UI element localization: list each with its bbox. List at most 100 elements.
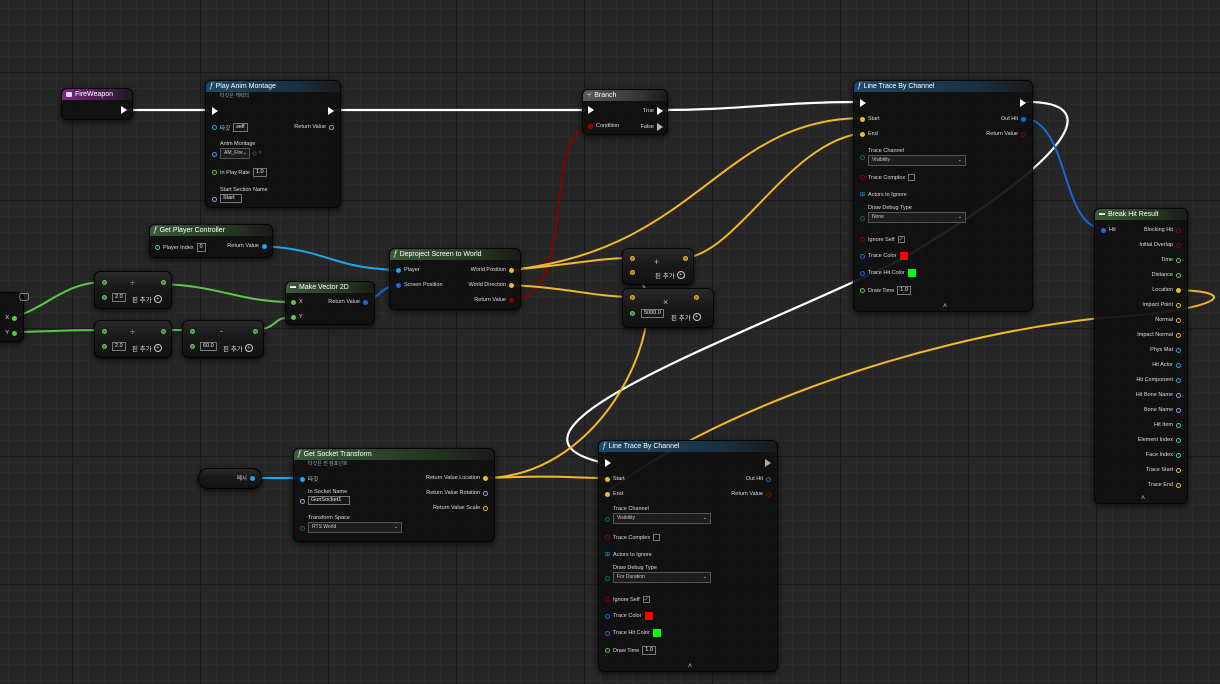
byte-pin[interactable] [860, 215, 865, 221]
trace-complex-checkbox[interactable] [653, 534, 661, 541]
collapse-icon[interactable]: ˄ [688, 663, 692, 670]
vector-pin[interactable] [509, 282, 514, 288]
fireweapon-event-node[interactable]: FireWeapon [61, 88, 133, 120]
exec-out-pin[interactable] [765, 459, 771, 467]
exec-out-pin[interactable] [657, 107, 663, 115]
byte-pin[interactable] [605, 575, 610, 581]
vector-pin[interactable] [605, 476, 610, 482]
bool-pin[interactable] [860, 237, 865, 242]
line-trace-node-2[interactable]: f Line Trace By Channel Start End Out Hit… [598, 440, 778, 672]
vector2d-pin[interactable] [363, 299, 368, 305]
divide-node[interactable]: ÷ 2.0 핀 추가 + [94, 320, 172, 358]
float-pin[interactable] [329, 124, 334, 130]
divisor-value[interactable]: 2.0 [112, 293, 126, 302]
output-pin[interactable] [1176, 422, 1181, 428]
output-pin[interactable] [1176, 287, 1181, 293]
viewport-size-node[interactable]: 🖵 X Y [0, 292, 29, 342]
bool-pin[interactable] [766, 491, 771, 497]
array-pin-icon[interactable]: ⊞ [860, 191, 865, 198]
object-pin[interactable] [396, 267, 401, 273]
mesh-variable-node[interactable]: 메시 [198, 468, 262, 489]
multiply-vector-node[interactable]: × 5000.0 핀 추가 + [622, 288, 714, 328]
struct-pin[interactable] [605, 630, 610, 636]
struct-pin[interactable] [605, 613, 610, 619]
struct-pin[interactable] [1021, 116, 1026, 122]
section-value[interactable]: Start [220, 194, 242, 203]
output-pin[interactable] [1176, 482, 1181, 488]
output-pin[interactable] [1176, 347, 1181, 353]
output-pin[interactable] [1176, 302, 1181, 308]
add-pin-button[interactable]: 핀 추가 + [132, 343, 162, 353]
vector-pin[interactable] [605, 491, 610, 497]
trace-color-swatch[interactable] [644, 612, 653, 620]
name-pin[interactable] [212, 196, 217, 202]
exec-in-pin[interactable] [588, 106, 594, 114]
target-value[interactable]: self [233, 123, 248, 132]
hit-color-swatch[interactable] [907, 269, 916, 277]
branch-node[interactable]: ⑂ Branch True Condition False [582, 89, 668, 135]
byte-pin[interactable] [300, 525, 305, 531]
subtrahend-value[interactable]: 60.0 [200, 342, 217, 351]
vector-pin[interactable] [694, 295, 699, 300]
add-vector-node[interactable]: + 핀 추가 + [622, 248, 694, 285]
get-socket-transform-node[interactable]: f Get Socket Transform 타깃은 씬 컴포넌트 타깃 In S… [293, 448, 495, 542]
trace-color-swatch[interactable] [899, 252, 908, 260]
object-pin[interactable] [262, 243, 267, 249]
struct-pin[interactable] [1101, 227, 1106, 233]
exec-in-pin[interactable] [860, 99, 866, 107]
float-pin[interactable] [12, 315, 17, 321]
float-pin[interactable] [161, 280, 166, 285]
object-pin[interactable] [212, 151, 217, 157]
break-hit-result-node[interactable]: ▬ Break Hit Result Hit Blocking Hit Initia… [1094, 208, 1188, 504]
trace-channel-dropdown[interactable]: Visibility ⌄ [613, 513, 711, 524]
float-pin[interactable] [860, 288, 865, 293]
object-pin[interactable] [212, 125, 217, 130]
exec-out-pin[interactable] [657, 123, 663, 131]
index-value[interactable]: 0 [196, 243, 206, 252]
float-pin[interactable] [212, 170, 217, 175]
search-icon[interactable]: ⌕ [259, 150, 262, 157]
object-pin[interactable] [250, 475, 255, 481]
struct-pin[interactable] [860, 253, 865, 259]
output-pin[interactable] [1176, 377, 1181, 383]
debug-type-dropdown[interactable]: None ⌄ [868, 212, 966, 223]
float-pin[interactable] [12, 330, 17, 336]
byte-pin[interactable] [860, 154, 865, 160]
get-player-controller-node[interactable]: f Get Player Controller Player Index 0 Ret… [149, 224, 273, 258]
output-pin[interactable] [1176, 332, 1181, 338]
output-pin[interactable] [1176, 362, 1181, 368]
struct-pin[interactable] [766, 476, 771, 482]
hit-color-swatch[interactable] [652, 629, 661, 637]
float-pin[interactable] [253, 329, 258, 334]
vector-pin[interactable] [630, 270, 635, 275]
browse-icon[interactable]: ◎ [252, 151, 257, 157]
exec-out-pin[interactable] [121, 106, 127, 114]
output-pin[interactable] [1176, 392, 1181, 398]
float-pin[interactable] [291, 299, 296, 305]
bool-pin[interactable] [588, 123, 593, 129]
vector2d-pin[interactable] [396, 282, 401, 288]
float-pin[interactable] [161, 329, 166, 334]
ignore-self-checkbox[interactable]: ✓ [897, 236, 905, 243]
float-pin[interactable] [190, 329, 195, 334]
vector-pin[interactable] [860, 131, 865, 137]
float-pin[interactable] [190, 344, 195, 349]
draw-time-value[interactable]: 1.0 [897, 286, 911, 295]
array-pin-icon[interactable]: ⊞ [605, 551, 610, 558]
exec-out-pin[interactable] [1020, 99, 1026, 107]
vector-pin[interactable] [509, 267, 514, 273]
add-pin-button[interactable]: 핀 추가 + [671, 312, 701, 322]
output-pin[interactable] [1176, 452, 1181, 458]
draw-time-value[interactable]: 1.0 [642, 646, 656, 655]
add-pin-button[interactable]: 핀 추가 + [132, 294, 162, 304]
socket-name-value[interactable]: GunSocket1 [308, 496, 350, 505]
vector-pin[interactable] [860, 116, 865, 122]
divisor-value[interactable]: 2.0 [112, 342, 126, 351]
exec-in-pin[interactable] [605, 459, 611, 467]
add-pin-button[interactable]: 핀 추가 + [223, 343, 253, 353]
vector-pin[interactable] [683, 256, 688, 261]
byte-pin[interactable] [605, 516, 610, 522]
float-pin[interactable] [102, 344, 107, 349]
output-pin[interactable] [1176, 317, 1181, 323]
output-pin[interactable] [1176, 272, 1181, 278]
